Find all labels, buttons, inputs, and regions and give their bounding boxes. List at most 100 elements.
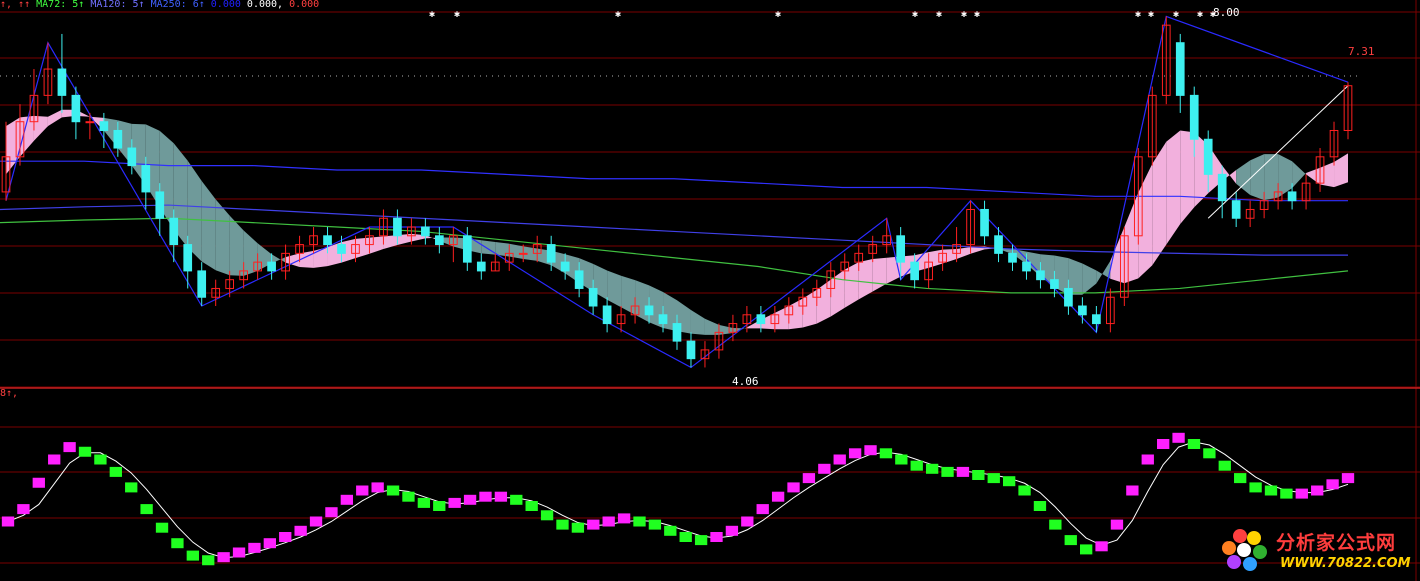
trend-ribbon (243, 230, 258, 276)
signal-star-icon: ✱ (974, 9, 980, 20)
signal-star-icon: ✱ (912, 9, 918, 20)
osc-bar (925, 463, 939, 474)
candle-body (85, 121, 95, 124)
osc-bar (417, 497, 431, 508)
candle-body (910, 261, 919, 281)
osc-bar (1095, 541, 1108, 552)
candle-body (476, 261, 486, 272)
osc-bar (371, 482, 384, 493)
candle-body (980, 208, 989, 237)
candle-body (602, 305, 612, 325)
osc-bar (279, 532, 292, 542)
osc-legend: 8↑, (0, 388, 19, 399)
legend-ma250: MA250: 6↑ (150, 0, 205, 10)
osc-bar (494, 491, 508, 502)
osc-bar (510, 494, 523, 505)
last-label: 7.31 (1348, 45, 1375, 58)
trend-ribbon (369, 236, 384, 254)
osc-bar (525, 501, 538, 511)
candle-body (686, 340, 696, 360)
osc-bar (32, 477, 45, 488)
osc-bar (1002, 476, 1016, 487)
trend-ribbon (1082, 263, 1097, 295)
osc-bar (1264, 485, 1278, 496)
signal-star-icon: ✱ (615, 9, 621, 20)
trend-ribbon (1152, 141, 1167, 266)
osc-bar (202, 555, 215, 566)
legend-v3: 0.000 (289, 0, 320, 10)
main-legend: ↑, ↑↑ MA72: 5↑ MA120: 5↑ MA250: 6↑ 0.000… (0, 0, 319, 11)
trend-ribbon (774, 306, 789, 330)
osc-bar (263, 538, 276, 549)
trend-ribbon (355, 237, 370, 259)
chart-canvas: ✱ ✱ ✱ ✱ ✱ ✱ ✱ ✱ ✱ ✱ ✱ ✱ ✱ (0, 0, 1420, 581)
trend-ribbon (942, 248, 957, 264)
candle-body (518, 252, 528, 255)
trend-ribbon (1278, 154, 1293, 198)
trend-ribbon (1180, 130, 1195, 224)
candle-body (169, 217, 179, 246)
candle-body (1287, 191, 1297, 202)
trend-ribbon (47, 109, 62, 127)
osc-bar (325, 507, 338, 518)
osc-bar (48, 454, 61, 465)
osc-bar (1157, 439, 1170, 449)
candle-body (1064, 287, 1073, 307)
osc-bar (941, 466, 954, 477)
osc-bar (771, 491, 785, 502)
signal-star-icon: ✱ (936, 9, 942, 20)
trend-ribbon (1334, 153, 1348, 188)
osc-bar (232, 547, 246, 558)
signal-star-icon: ✱ (1197, 9, 1203, 20)
osc-bar (617, 513, 631, 524)
osc-bar (1295, 488, 1308, 499)
osc-bar (864, 445, 877, 456)
candle-body (1092, 314, 1101, 325)
signal-star-icon: ✱ (429, 9, 435, 20)
osc-bar (217, 552, 230, 563)
osc-bar (1064, 535, 1077, 546)
candle-body (71, 94, 81, 123)
osc-bar (802, 473, 816, 484)
candle-body (197, 270, 207, 298)
candle-body (1022, 261, 1031, 272)
osc-bar (155, 522, 169, 533)
osc-bar (294, 525, 307, 536)
candle-body (1175, 42, 1185, 96)
osc-bar (741, 516, 754, 527)
candle-body (462, 235, 472, 263)
candle-body (560, 261, 570, 272)
trend-ribbon (509, 243, 524, 259)
candle-body (337, 244, 346, 254)
trend-ribbon (215, 199, 230, 276)
osc-bar (1, 516, 15, 527)
osc-bar (1203, 448, 1216, 459)
candle-body (1217, 173, 1227, 202)
osc-bar (910, 460, 923, 471)
candle-body (435, 235, 444, 246)
osc-bar (386, 485, 400, 496)
osc-bar (1080, 544, 1093, 555)
osc-bar (679, 532, 692, 542)
osc-bar (463, 494, 477, 505)
candle-body (1203, 138, 1213, 175)
osc-bar (895, 454, 908, 465)
candle-body (1189, 94, 1199, 140)
osc-bar (402, 491, 415, 502)
osc-bar (1234, 473, 1247, 484)
osc-bar (833, 454, 846, 465)
trend-ribbon (6, 117, 20, 175)
candle-body (574, 270, 584, 289)
trend-ribbon (928, 249, 943, 268)
osc-bar (987, 473, 1000, 484)
trend-ribbon (788, 298, 803, 330)
candle-body (644, 305, 654, 316)
signal-star-icon: ✱ (1135, 9, 1141, 20)
candle-body (1036, 270, 1045, 281)
osc-bar (1249, 482, 1262, 493)
trend-ribbon (621, 275, 636, 315)
candle-body (57, 68, 67, 96)
osc-bar (571, 522, 585, 533)
osc-bar (1018, 485, 1031, 496)
candle-body (113, 129, 123, 149)
